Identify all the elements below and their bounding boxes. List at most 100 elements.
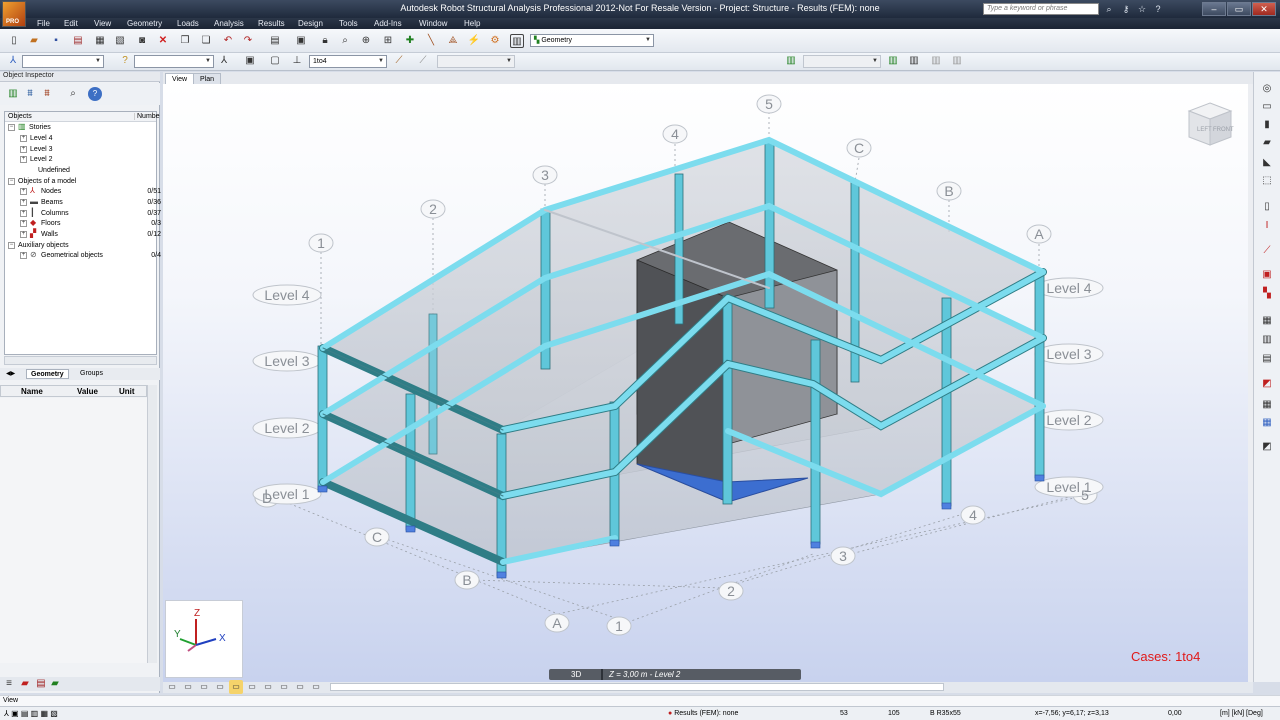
zoom-out-icon[interactable]: ▭ [277,680,291,694]
filter-icon[interactable]: ⅄ [217,54,231,68]
selection-combo[interactable]: ▼ [22,55,104,68]
expand-icon[interactable]: + [20,209,27,217]
status-icons[interactable]: ⅄ ▣ ▤ ▥ ▦ ▧ [4,709,58,719]
properties-scrollbar[interactable] [147,385,157,663]
expand-icon[interactable]: + [20,155,27,163]
menu-loads[interactable]: Loads [177,19,199,28]
filter-icon[interactable]: ⩩ [23,87,37,101]
zoom-icon[interactable]: ⌕ [338,34,352,48]
save-icon[interactable]: ▪ [49,34,63,48]
load-case-icon[interactable]: ⊥ [290,54,304,68]
view-cube[interactable]: LEFT FRONT [1185,101,1235,151]
member-icon[interactable]: ⟋ [1260,244,1274,258]
view-tool-icon[interactable]: ◎ [1260,82,1274,96]
tree-item-walls[interactable]: + ▞ Walls 0/12 [20,230,161,240]
expand-icon[interactable]: + [20,219,27,227]
section-icon[interactable]: ▢ [268,54,282,68]
expand-icon[interactable]: + [20,134,27,142]
profile-icon[interactable]: ▯ [1260,200,1274,214]
view-mode[interactable]: 3D [571,670,581,679]
delete-icon[interactable]: ✕ [156,34,170,48]
table-icon[interactable]: ▤ [268,34,282,48]
bar-icon[interactable]: ╲ [424,34,438,48]
open-file-icon[interactable]: ▰ [27,34,41,48]
camera-icon[interactable]: ◙ [135,34,149,48]
dimension-icon[interactable]: ▭ [1260,100,1274,114]
tree-item-geometrical-objects[interactable]: + ⊘ Geometrical objects 0/4 [20,251,161,261]
preview-icon[interactable]: ▧ [113,34,127,48]
tree-item-level-3[interactable]: + Level 3 [20,145,53,155]
load-case-combo[interactable]: 1to4 ▼ [309,55,387,68]
tab-scroll-left-icon[interactable]: ◀▶ [2,369,19,379]
zoom-in-icon[interactable]: ▭ [261,680,275,694]
tree-item-objects-of-model[interactable]: − Objects of a model [8,177,76,187]
print-icon[interactable]: ▤ [34,677,48,691]
viewport-horizontal-scrollbar[interactable] [330,683,944,691]
key-icon[interactable]: ⚷ [1120,3,1132,15]
tree-item-stories[interactable]: − ▥ Stories [8,123,51,133]
node-icon[interactable]: ✚ [403,34,417,48]
expand-icon[interactable]: + [20,251,27,259]
tab-groups[interactable]: Groups [76,369,107,379]
wrench-icon[interactable]: ⚙ [488,34,502,48]
units-display[interactable]: [m] [kN] [Deg] [1220,709,1263,719]
menu-tools[interactable]: Tools [339,19,358,28]
support-icon[interactable]: ⟁ [446,34,460,48]
menu-addins[interactable]: Add-Ins [374,19,402,28]
layouts-icon[interactable]: ▥ [510,34,524,48]
binoculars-icon[interactable]: ⌕ [1103,3,1115,15]
tree-item-level-2[interactable]: + Level 2 [20,155,53,165]
tree-item-level-4[interactable]: + Level 4 [20,134,53,144]
star-icon[interactable]: ☆ [1136,3,1148,15]
close-button[interactable]: ✕ [1252,2,1276,16]
redo-icon[interactable]: ↷ [241,34,255,48]
pan-icon[interactable]: ▭ [293,680,307,694]
tab-geometry[interactable]: Geometry [26,369,69,379]
print-icon[interactable]: ▤ [71,34,85,48]
lock-icon[interactable]: 🔒︎ [318,34,332,48]
menu-file[interactable]: File [37,19,50,28]
maximize-button[interactable]: ▭ [1227,2,1251,16]
collapse-icon[interactable]: − [8,241,15,249]
list-icon[interactable]: ≡ [2,677,16,691]
grid-icon[interactable]: ⊞ [381,34,395,48]
app-logo[interactable]: PRO [2,1,26,27]
tree-item-columns[interactable]: + ┃ Columns 0/37 [20,209,161,219]
case-selection-combo[interactable]: ▼ [134,55,214,68]
new-file-icon[interactable]: ▯ [7,34,21,48]
menu-view[interactable]: View [94,19,111,28]
selection-icon[interactable]: ⅄ [6,54,20,68]
properties-grid[interactable] [0,398,147,663]
release-icon[interactable]: ▣ [1260,268,1274,282]
expand-icon[interactable]: + [20,145,27,153]
display-mode-icon[interactable]: ▭ [229,680,243,694]
view-xy-icon[interactable]: ▭ [213,680,227,694]
notes-icon[interactable]: ▰ [48,677,62,691]
tree-horizontal-scrollbar[interactable] [4,356,157,365]
mesh-icon[interactable]: ▦ [1260,398,1274,412]
copy-icon[interactable]: ❐ [178,34,192,48]
structure-model[interactable]: 5 4 3 2 1 C B A A B C D 1 2 3 4 5 Level … [163,84,1248,682]
column-tool-icon[interactable]: ▮ [1260,118,1274,132]
menu-help[interactable]: Help [464,19,480,28]
menu-analysis[interactable]: Analysis [214,19,244,28]
tree-item-nodes[interactable]: + ⅄ Nodes 0/51 [20,187,161,197]
zoom-window-icon[interactable]: ⊕ [359,34,373,48]
layers-icon[interactable]: ◩ [1260,440,1274,454]
layout-select[interactable]: ▚ Geometry ▼ [530,34,654,47]
table-tool-icon[interactable]: ▦ [1260,416,1274,430]
beam-tool-icon[interactable]: ▰ [1260,136,1274,150]
menu-design[interactable]: Design [298,19,323,28]
expand-icon[interactable]: + [20,187,27,195]
expand-icon[interactable]: + [20,230,27,238]
tree-item-auxiliary[interactable]: − Auxiliary objects [8,241,69,251]
menu-edit[interactable]: Edit [64,19,78,28]
tab-plan[interactable]: Plan [193,73,222,84]
i-section-icon[interactable]: I [1260,219,1274,233]
tree-item-beams[interactable]: + ▬ Beams 0/36 [20,198,161,208]
collapse-icon[interactable]: − [8,123,15,131]
help-icon[interactable]: ? [1152,3,1164,15]
display-icon[interactable]: ▣ [243,54,257,68]
expand-icon[interactable]: + [20,198,27,206]
case-icon[interactable]: ? [118,54,132,68]
